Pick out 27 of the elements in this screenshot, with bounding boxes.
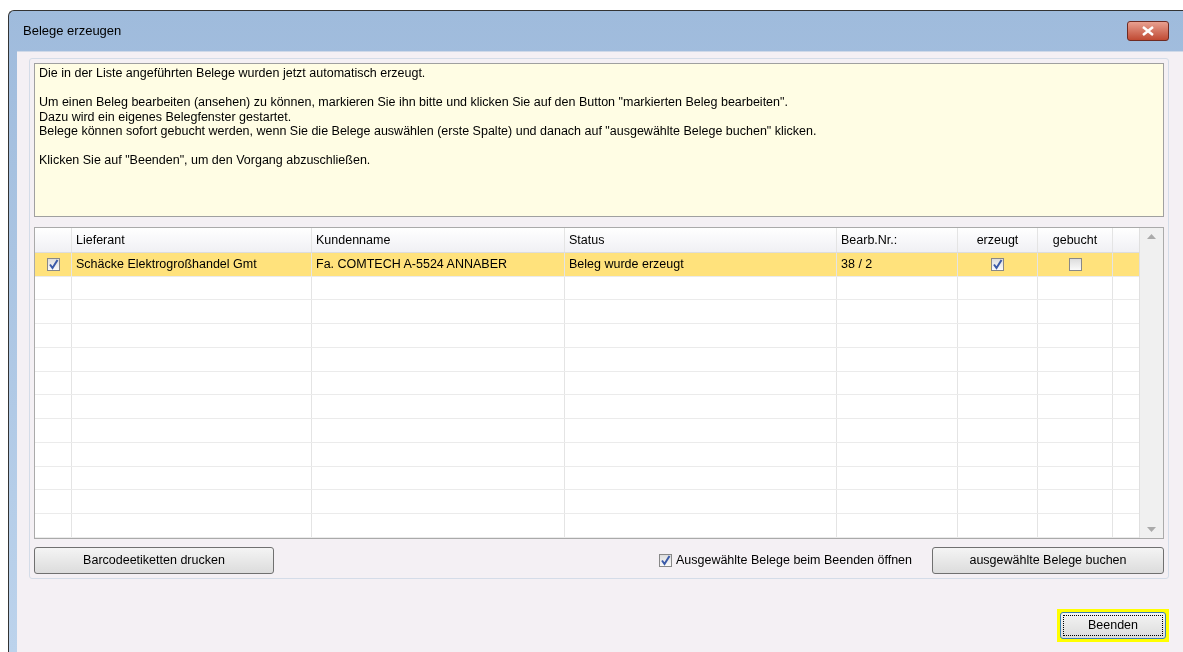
finish-button[interactable]: Beenden [1060, 612, 1166, 639]
print-barcodes-button[interactable]: Barcodeetiketten drucken [34, 547, 274, 574]
window-title: Belege erzeugen [23, 22, 122, 41]
checkbox[interactable] [46, 257, 60, 271]
table-cell: Fa. COMTECH A-5524 ANNABER [312, 252, 565, 276]
table-cell: Beleg wurde erzeugt [565, 252, 837, 276]
column-header[interactable]: Bearb.Nr.: [837, 228, 958, 252]
close-button[interactable] [1127, 21, 1169, 41]
info-text: Klicken Sie auf "Beenden", um den Vorgang abzuschließen. [39, 153, 372, 168]
checkbox-label[interactable]: Ausgewählte Belege beim Beenden öffnen [675, 551, 912, 570]
column-header[interactable]: Kundenname [312, 228, 565, 252]
column-header[interactable]: Status [565, 228, 837, 252]
checkbox[interactable] [658, 553, 672, 567]
table-cell: 38 / 2 [837, 252, 958, 276]
column-header[interactable]: Lieferant [72, 228, 312, 252]
checkbox[interactable] [991, 257, 1004, 271]
table-cell: Schäcke Elektrogroßhandel Gmt [72, 252, 312, 276]
checkbox[interactable] [1068, 257, 1082, 271]
close-icon [1142, 26, 1154, 36]
info-text: Die in der Liste angeführten Belege wurden jetzt automatisch erzeugt. [39, 66, 427, 81]
info-text: Dazu wird ein eigenes Belegfenster gestartet. [39, 109, 293, 124]
table-row[interactable]: Schäcke Elektrogroßhandel Gmt Fa. COMTECH A-5524 ANNABER Beleg wurde erzeugt 38 / 2 [35, 252, 1139, 277]
info-text: Belege können sofort gebucht werden, wenn Sie die Belege auswählen (erste Spalte) und danach auf "ausgewählte Belege buchen" klicken. [39, 124, 818, 139]
info-text: Um einen Beleg bearbeiten (ansehen) zu können, markieren Sie ihn bitte und klicken Sie auf den Button "markierten Beleg bearbeiten". [39, 95, 789, 110]
column-header[interactable]: gebucht [1038, 228, 1113, 252]
column-header[interactable]: erzeugt [958, 228, 1038, 252]
book-documents-button[interactable]: ausgewählte Belege buchen [932, 547, 1164, 574]
